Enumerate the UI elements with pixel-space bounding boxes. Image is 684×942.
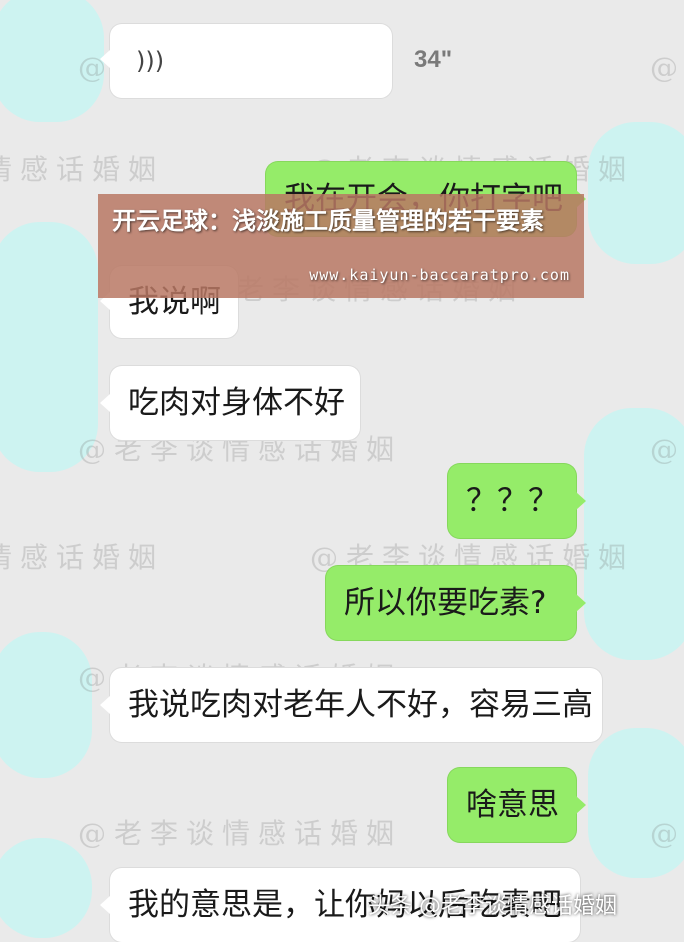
watermark: @老李谈情感话婚姻	[650, 817, 684, 850]
avatar-left-4[interactable]	[0, 838, 92, 938]
watermark: @老李谈情感话婚姻	[650, 433, 684, 466]
article-title-banner: 开云足球：浅淡施工质量管理的若干要素 www.kaiyun-baccaratpr…	[98, 194, 584, 298]
watermark: @老李谈情感话婚姻	[0, 541, 165, 574]
bubble-tail	[100, 896, 110, 914]
message-bubble-left[interactable]: 吃肉对身体不好	[110, 366, 360, 440]
message-bubble-left[interactable]: 我说吃肉对老年人不好，容易三高	[110, 668, 602, 742]
bubble-tail	[100, 696, 110, 714]
voice-wave-icon: )))	[136, 47, 165, 75]
message-bubble-right[interactable]: ？？？	[448, 464, 576, 538]
message-text: 吃肉对身体不好	[128, 384, 345, 421]
avatar-left-3[interactable]	[0, 632, 92, 778]
bubble-tail	[576, 594, 586, 612]
watermark: @老李谈情感话婚姻	[78, 817, 403, 850]
bubble-tail	[100, 50, 110, 68]
banner-title: 开云足球：浅淡施工质量管理的若干要素	[112, 207, 544, 235]
bubble-tail	[576, 492, 586, 510]
message-text: 我说吃肉对老年人不好，容易三高	[128, 686, 593, 723]
bubble-tail	[100, 394, 110, 412]
bubble-tail	[576, 796, 586, 814]
message-text: 啥意思	[466, 786, 559, 823]
message-text: ？？？	[466, 482, 559, 519]
message-bubble-right[interactable]: 啥意思	[448, 768, 576, 842]
avatar-right-1[interactable]	[588, 122, 684, 264]
banner-url: www.kaiyun-baccaratpro.com	[309, 266, 570, 284]
watermark: @老李谈情感话婚姻	[0, 153, 165, 186]
voice-duration: 34"	[414, 46, 453, 73]
message-bubble-right[interactable]: 所以你要吃素?	[326, 566, 576, 640]
message-text: 所以你要吃素?	[344, 584, 547, 621]
avatar-right-3[interactable]	[588, 728, 684, 878]
voice-message-bubble[interactable]: )))	[110, 24, 392, 98]
source-watermark: 头条 @老李谈情感话婚姻	[368, 894, 617, 919]
watermark: @老李谈情感话婚姻	[650, 51, 684, 84]
